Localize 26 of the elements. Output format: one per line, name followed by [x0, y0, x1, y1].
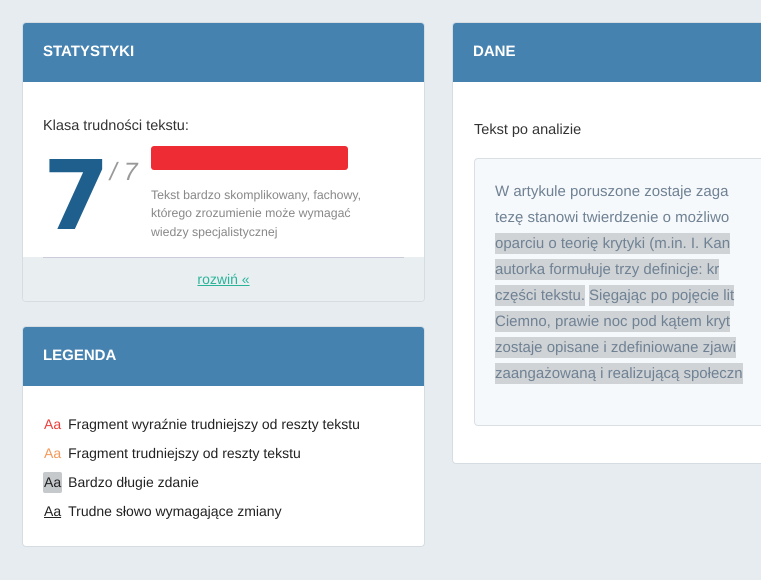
text-label: Tekst po analizie [474, 121, 582, 140]
highlighted-text: Ciemno, prawie noc pod kątem kryt [495, 310, 730, 332]
text-line: W artykule poruszone zostaje zaga [495, 182, 728, 200]
legend-label: Trudne słowo wymagające zmiany [68, 502, 282, 522]
highlighted-text: oparciu o teorię krytyki (m.in. I. Kan [495, 232, 730, 254]
expand-link[interactable]: rozwiń « [197, 269, 250, 290]
score-max: / 7 [110, 156, 138, 188]
text-line: tezę stanowi twierdzenie o możliwo [495, 208, 730, 226]
highlighted-text: zaangażowaną i realizującą społeczn [495, 362, 743, 384]
card-header: LEGENDA [23, 327, 424, 386]
color-sample: Aa [43, 444, 62, 464]
card-header: DANE [453, 23, 761, 82]
difficulty-description: Tekst bardzo skomplikowany, fachowy, którego zrozumienie może wymagać wiedzy specjalistycznej [151, 186, 362, 241]
legend-label: Bardzo długie zdanie [68, 473, 199, 492]
difficulty-label: Klasa trudności tekstu: [43, 117, 190, 136]
color-sample: Aa [43, 415, 62, 434]
score-value: 7 [43, 158, 110, 242]
card-header: STATYSTYKI [23, 23, 424, 82]
highlighted-text: zostaje opisane i zdefiniowane zjawi [495, 336, 736, 358]
highlighted-text: autorka formułuje trzy definicje: kr [495, 258, 720, 280]
highlight-sample: Aa [43, 472, 62, 494]
highlighted-text: Sięgając po pojęcie lit [589, 284, 734, 306]
highlighted-text: części tekstu. [495, 284, 586, 306]
legend-label: Fragment wyraźnie trudniejszy od reszty tekstu [68, 415, 360, 434]
legend-label: Fragment trudniejszy od reszty tekstu [68, 444, 301, 464]
underline-sample: Aa [43, 502, 62, 522]
